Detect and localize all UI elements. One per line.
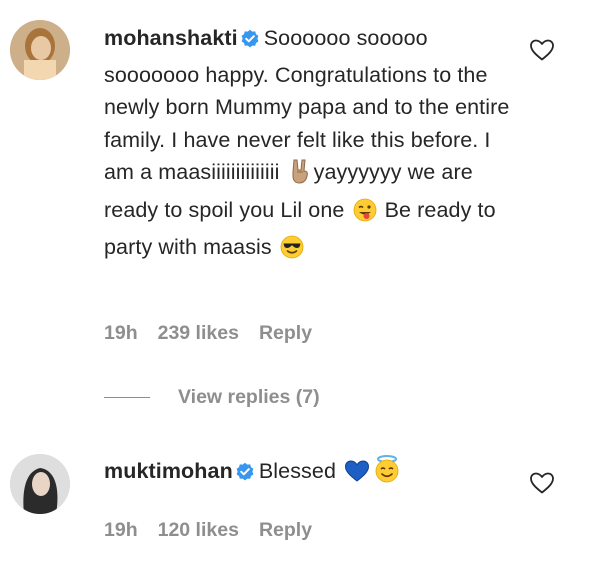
halo-face-emoji [374,455,400,493]
blue-heart-emoji [344,459,370,493]
view-replies-label: View replies (7) [178,385,320,408]
comment-text-part: Blessed [258,459,343,483]
comment-timestamp[interactable]: 19h [104,519,138,541]
avatar[interactable] [10,454,70,514]
avatar[interactable] [10,20,70,80]
sunglasses-face-emoji [280,235,304,269]
view-replies-button[interactable]: View replies (7) [104,383,320,411]
comment-meta: 19h 239 likes Reply [104,322,332,345]
winking-tongue-face-emoji [353,198,377,232]
likes-count[interactable]: 239 likes [158,322,239,344]
username[interactable]: mohanshakti [104,26,238,50]
verified-badge-icon [235,459,255,492]
username[interactable]: muktimohan [104,459,233,483]
reply-button[interactable]: Reply [259,322,312,344]
comment-timestamp[interactable]: 19h [104,322,138,344]
comment-text: muktimohan Blessed [104,455,519,493]
comment-text: mohanshakti Soooooo sooooo sooooooo happy… [104,22,519,269]
victory-hand-emoji [288,158,312,194]
divider-line [104,396,150,398]
like-heart-icon[interactable] [529,38,555,62]
like-heart-icon[interactable] [529,471,555,495]
reply-button[interactable]: Reply [259,519,312,541]
verified-badge-icon [240,26,260,59]
likes-count[interactable]: 120 likes [158,519,239,541]
comment-meta: 19h 120 likes Reply [104,519,332,542]
